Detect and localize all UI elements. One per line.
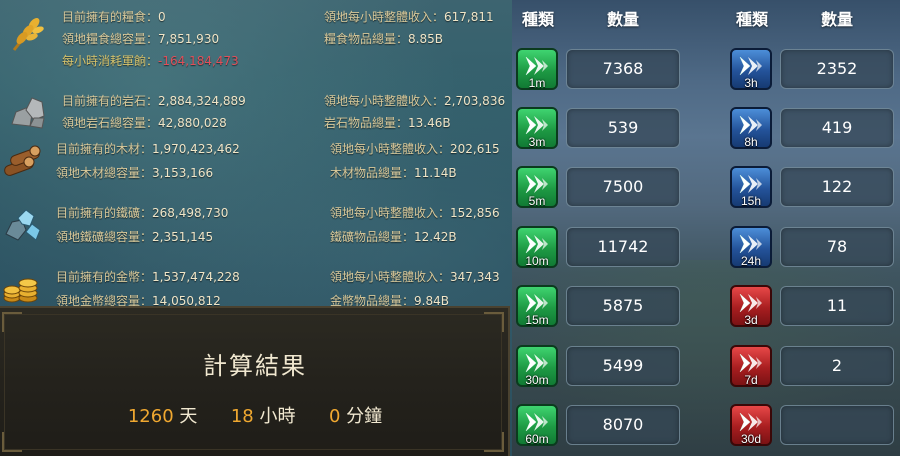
speedup-arrows-icon — [739, 56, 762, 76]
stone-capacity: 領地岩石總容量：42,880,028 — [62, 116, 227, 130]
food-income: 領地每小時整體收入：617,811 — [324, 10, 494, 24]
minutes-unit: 分鐘 — [346, 406, 383, 427]
speedup-item-60m[interactable]: 60m — [516, 404, 558, 446]
speedup-item-label: 3m — [528, 135, 546, 149]
speedup-arrows-icon — [739, 353, 762, 373]
speedup-item-label: 15m — [525, 313, 549, 327]
food-owned: 目前擁有的糧食：0 — [62, 10, 166, 24]
ore-capacity: 領地鐵礦總容量：2,351,145 — [56, 230, 214, 244]
quantity-field-8h[interactable]: 419 — [780, 108, 894, 148]
speedup-arrows-icon — [739, 293, 762, 313]
speedup-item-30d[interactable]: 30d — [730, 404, 772, 446]
quantity-field-15m[interactable]: 5875 — [566, 286, 680, 326]
wood-owned: 目前擁有的木材：1,970,423,462 — [56, 142, 240, 156]
quantity-field-7d[interactable]: 2 — [780, 346, 894, 386]
quantity-field-60m[interactable]: 8070 — [566, 405, 680, 445]
speedup-item-label: 3d — [744, 313, 758, 327]
header-qty-right: 數量 — [821, 10, 854, 29]
wood-items: 木材物品總量：11.14B — [330, 166, 457, 180]
speedup-item-label: 7d — [744, 373, 758, 387]
speedup-item-5m[interactable]: 5m — [516, 166, 558, 208]
quantity-field-3m[interactable]: 539 — [566, 108, 680, 148]
food-capacity: 領地糧食總容量：7,851,930 — [62, 32, 220, 46]
panel-corner — [2, 432, 22, 452]
gold-owned: 目前擁有的金幣：1,537,474,228 — [56, 270, 240, 284]
stone-icon — [11, 97, 45, 129]
speedup-item-label: 60m — [525, 432, 549, 446]
speedup-item-1m[interactable]: 1m — [516, 48, 558, 90]
gold-coins-icon — [3, 278, 38, 303]
wood-icon — [4, 145, 41, 176]
speedup-inventory-panel: 種類 數量 種類 數量 1m 7368 3m 539 5m 7500 10m 11742 15m… — [512, 0, 900, 456]
speedup-arrows-icon — [525, 412, 548, 432]
days-value: 1260 — [127, 406, 174, 427]
hours-unit: 小時 — [259, 406, 296, 427]
speedup-item-3m[interactable]: 3m — [516, 107, 558, 149]
speedup-arrows-icon — [739, 115, 762, 135]
speedup-item-15m[interactable]: 15m — [516, 285, 558, 327]
speedup-item-7d[interactable]: 7d — [730, 345, 772, 387]
speedup-item-label: 1m — [528, 76, 546, 90]
speedup-item-8h[interactable]: 8h — [730, 107, 772, 149]
speedup-arrows-icon — [525, 56, 548, 76]
quantity-field-3d[interactable]: 11 — [780, 286, 894, 326]
speedup-item-label: 3h — [744, 76, 758, 90]
speedup-item-label: 24h — [740, 254, 762, 268]
stone-income: 領地每小時整體收入：2,703,836 — [324, 94, 506, 108]
speedup-arrows-icon — [739, 174, 762, 194]
ore-owned: 目前擁有的鐵礦：268,498,730 — [56, 206, 229, 220]
speedup-item-label: 30m — [525, 373, 549, 387]
wood-capacity: 領地木材總容量：3,153,166 — [56, 166, 214, 180]
header-qty-left: 數量 — [607, 10, 640, 29]
resource-panel: 目前擁有的糧食：0 領地每小時整體收入：617,811 領地糧食總容量：7,85… — [0, 0, 512, 456]
stone-items: 岩石物品總量：13.46B — [324, 116, 451, 130]
speedup-item-30m[interactable]: 30m — [516, 345, 558, 387]
quantity-field-30d[interactable] — [780, 405, 894, 445]
days-unit: 天 — [179, 406, 198, 427]
speedup-item-3h[interactable]: 3h — [730, 48, 772, 90]
food-items: 糧食物品總量：8.85B — [324, 32, 443, 46]
quantity-field-10m[interactable]: 11742 — [566, 227, 680, 267]
speedup-item-label: 10m — [525, 254, 549, 268]
ore-items: 鐵礦物品總量：12.42B — [330, 230, 457, 244]
speedup-arrows-icon — [525, 115, 548, 135]
minutes-value: 0 — [328, 406, 341, 427]
hours-value: 18 — [230, 406, 254, 427]
speedup-item-3d[interactable]: 3d — [730, 285, 772, 327]
speedup-arrows-icon — [525, 293, 548, 313]
gold-income: 領地每小時整體收入：347,343 — [330, 270, 500, 284]
speedup-item-label: 30d — [740, 432, 762, 446]
panel-corner — [484, 312, 504, 332]
quantity-field-1m[interactable]: 7368 — [566, 49, 680, 89]
speedup-item-label: 8h — [744, 135, 758, 149]
quantity-field-30m[interactable]: 5499 — [566, 346, 680, 386]
quantity-field-24h[interactable]: 78 — [780, 227, 894, 267]
header-type-right: 種類 — [736, 10, 769, 29]
speedup-item-24h[interactable]: 24h — [730, 226, 772, 268]
ore-income: 領地每小時整體收入：152,856 — [330, 206, 500, 220]
speedup-arrows-icon — [525, 353, 548, 373]
speedup-arrows-icon — [739, 234, 762, 254]
quantity-field-3h[interactable]: 2352 — [780, 49, 894, 89]
stone-owned: 目前擁有的岩石：2,884,324,889 — [62, 94, 246, 108]
panel-corner — [2, 312, 22, 332]
food-upkeep: 每小時消耗軍餉：-164,184,473 — [62, 54, 239, 68]
wood-income: 領地每小時整體收入：202,615 — [330, 142, 500, 156]
speedup-item-label: 5m — [528, 194, 546, 208]
quantity-field-5m[interactable]: 7500 — [566, 167, 680, 207]
speedup-arrows-icon — [739, 412, 762, 432]
calc-result-title: 計算結果 — [203, 352, 307, 380]
header-type-left: 種類 — [522, 10, 555, 29]
calc-result-panel: 計算結果 1260 天 18 小時 0 分鐘 — [0, 306, 510, 456]
quantity-field-15h[interactable]: 122 — [780, 167, 894, 207]
speedup-arrows-icon — [525, 234, 548, 254]
speedup-item-15h[interactable]: 15h — [730, 166, 772, 208]
speedup-item-10m[interactable]: 10m — [516, 226, 558, 268]
wheat-icon — [12, 18, 44, 51]
calc-result-duration: 1260 天 18 小時 0 分鐘 — [0, 402, 512, 428]
speedup-item-label: 15h — [740, 194, 762, 208]
speedup-arrows-icon — [525, 174, 548, 194]
ore-icon — [5, 209, 41, 241]
panel-corner — [484, 432, 504, 452]
